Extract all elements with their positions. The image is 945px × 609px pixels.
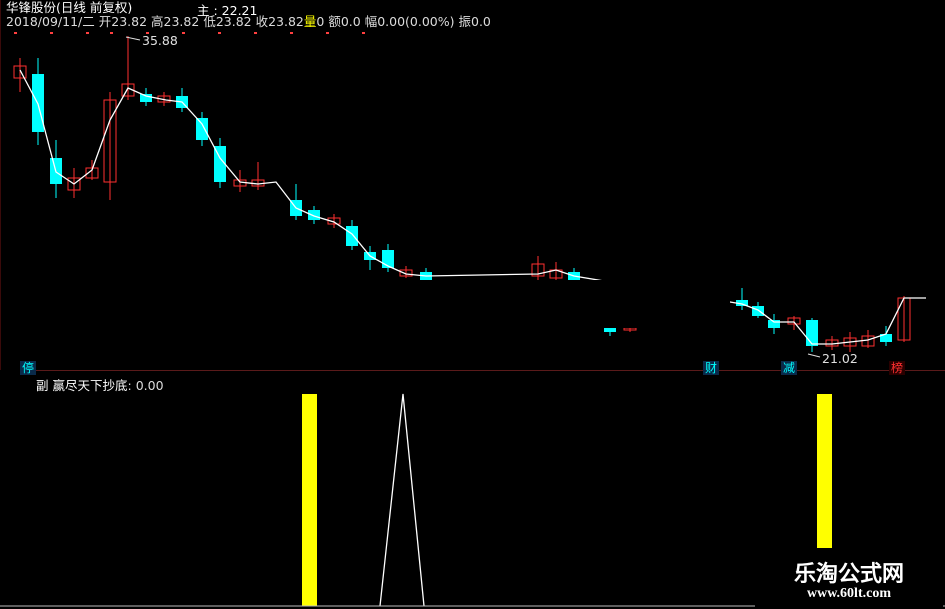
high-readout: 高23.82 [151,14,200,29]
badge-finance[interactable]: 财 [703,361,720,375]
chart-left-border [0,0,1,370]
candle-body-down [196,118,208,140]
header-tick [290,32,293,34]
low-marker-arrow [807,353,821,358]
candle-body-down [604,328,616,332]
badge-ranking[interactable]: 榜 [889,361,906,375]
candle-body-down [752,306,764,316]
header-tick [218,32,221,34]
chart-header: 华锋股份(日线 前复权) 2018/09/11/二 开23.82 高23.82 … [0,0,535,30]
header-tick [86,32,89,34]
header-tick [50,32,53,34]
indicator-name[interactable]: 赢尽天下抄底 [53,378,128,393]
high-price-marker: 35.88 [142,33,178,48]
site-watermark: 乐淘公式网 www.60lt.com [755,548,943,608]
header-tick [326,32,329,34]
stock-chart-window: 华锋股份(日线 前复权) 2018/09/11/二 开23.82 高23.82 … [0,0,945,609]
low-price-marker: 21.02 [822,351,858,366]
candle-body-down [346,226,358,246]
signal-spike [379,393,425,607]
badge-suspend[interactable]: 停 [20,361,37,375]
amplitude-readout: 振0.0 [458,14,491,29]
sub-panel-prefix[interactable]: 副 [36,378,49,393]
signal-bar [302,394,317,606]
candle-body-down [140,94,152,102]
volume-tag: 量 [303,14,317,29]
indicator-value: : 0.00 [127,378,164,393]
header-tick [110,32,113,34]
badge-reduce[interactable]: 减 [781,361,798,375]
candle-body-down [308,210,320,220]
redacted-area-top-right [535,0,945,140]
sub-panel-label: 副 赢尽天下抄底: 0.00 [36,375,164,394]
amount-readout: 额0.0 [328,14,361,29]
date-readout: 2018/09/11/二 [6,14,95,29]
open-readout: 开23.82 [98,14,148,29]
candle-body-down [806,320,818,346]
header-tick [182,32,185,34]
watermark-url: www.60lt.com [807,586,891,601]
close-readout: 收23.82 [255,14,304,29]
change-readout: 幅0.00(0.00%) [364,14,455,29]
header-tick [254,32,257,34]
main-indicator-label[interactable]: 主 : 22.21 [197,0,257,19]
volume-readout: 0 [316,14,325,29]
header-tick [362,32,365,34]
redacted-area-middle [212,280,730,328]
stock-title[interactable]: 华锋股份(日线 前复权) [6,0,132,15]
watermark-title: 乐淘公式网 [793,561,904,587]
header-tick [14,32,17,34]
panel-divider[interactable] [0,370,945,371]
